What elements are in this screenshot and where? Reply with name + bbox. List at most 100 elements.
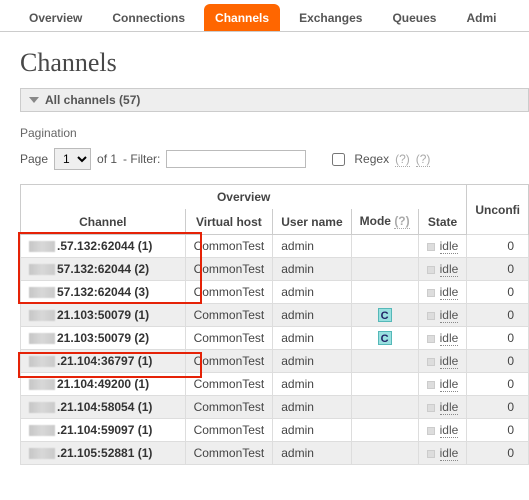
pagination-label: Pagination <box>20 126 529 140</box>
state-dot-icon <box>427 266 435 274</box>
state-dot-icon <box>427 404 435 412</box>
col-unconf[interactable]: Unconfi <box>467 185 529 235</box>
tab-connections[interactable]: Connections <box>101 4 196 31</box>
mode-badge[interactable]: C <box>378 308 392 322</box>
table-row: 57.132:62044 (2)CommonTestadminidle0 <box>21 258 529 281</box>
tab-exchanges[interactable]: Exchanges <box>288 4 373 31</box>
state-dot-icon <box>427 358 435 366</box>
cell-mode <box>351 373 418 396</box>
state-dot-icon <box>427 427 435 435</box>
cell-state: idle <box>418 442 467 465</box>
table-row: 21.103:50079 (2)CommonTestadminCidle0 <box>21 327 529 350</box>
redacted-icon <box>29 241 55 252</box>
table-row: 21.103:50079 (1)CommonTestadminCidle0 <box>21 304 529 327</box>
cell-vhost: CommonTest <box>185 396 273 419</box>
table-row: 57.132:62044 (3)CommonTestadminidle0 <box>21 281 529 304</box>
cell-channel[interactable]: .21.105:52881 (1) <box>21 442 186 465</box>
cell-state: idle <box>418 304 467 327</box>
cell-channel[interactable]: .57.132:62044 (1) <box>21 235 186 258</box>
tab-admi[interactable]: Admi <box>455 4 507 31</box>
cell-channel[interactable]: .21.104:36797 (1) <box>21 350 186 373</box>
redacted-icon <box>29 356 55 367</box>
state-dot-icon <box>427 243 435 251</box>
channels-table: Overview Unconfi Channel Virtual host Us… <box>20 184 529 465</box>
redacted-icon <box>29 448 55 459</box>
cell-state: idle <box>418 396 467 419</box>
page-of-label: of 1 <box>97 152 117 166</box>
cell-unconf: 0 <box>467 442 529 465</box>
cell-user: admin <box>273 419 351 442</box>
table-row: .21.104:58054 (1)CommonTestadminidle0 <box>21 396 529 419</box>
cell-vhost: CommonTest <box>185 373 273 396</box>
cell-channel[interactable]: 57.132:62044 (2) <box>21 258 186 281</box>
cell-vhost: CommonTest <box>185 419 273 442</box>
section-header[interactable]: All channels (57) <box>20 88 529 112</box>
page-select[interactable]: 1 <box>54 148 91 170</box>
cell-user: admin <box>273 235 351 258</box>
table-row: .21.104:36797 (1)CommonTestadminidle0 <box>21 350 529 373</box>
col-channel[interactable]: Channel <box>21 209 186 235</box>
cell-user: admin <box>273 327 351 350</box>
help-icon[interactable]: (?) <box>394 214 409 229</box>
cell-user: admin <box>273 350 351 373</box>
cell-unconf: 0 <box>467 281 529 304</box>
cell-channel[interactable]: .21.104:58054 (1) <box>21 396 186 419</box>
help-icon[interactable]: (?) <box>395 152 410 167</box>
cell-unconf: 0 <box>467 235 529 258</box>
filter-input[interactable] <box>166 150 306 168</box>
redacted-icon <box>29 287 55 298</box>
cell-state: idle <box>418 327 467 350</box>
table-row: .21.104:59097 (1)CommonTestadminidle0 <box>21 419 529 442</box>
cell-unconf: 0 <box>467 327 529 350</box>
regex-checkbox[interactable] <box>332 153 345 166</box>
state-dot-icon <box>427 289 435 297</box>
cell-unconf: 0 <box>467 419 529 442</box>
chevron-down-icon <box>29 97 39 103</box>
cell-unconf: 0 <box>467 350 529 373</box>
table-row: .57.132:62044 (1)CommonTestadminidle0 <box>21 235 529 258</box>
table-row: 21.104:49200 (1)CommonTestadminidle0 <box>21 373 529 396</box>
mode-badge[interactable]: C <box>378 331 392 345</box>
cell-vhost: CommonTest <box>185 304 273 327</box>
cell-state: idle <box>418 281 467 304</box>
redacted-icon <box>29 264 55 275</box>
cell-mode <box>351 235 418 258</box>
cell-mode <box>351 442 418 465</box>
cell-mode: C <box>351 327 418 350</box>
cell-channel[interactable]: 57.132:62044 (3) <box>21 281 186 304</box>
cell-user: admin <box>273 258 351 281</box>
redacted-icon <box>29 425 55 436</box>
cell-user: admin <box>273 281 351 304</box>
cell-mode <box>351 258 418 281</box>
tab-overview[interactable]: Overview <box>18 4 93 31</box>
col-state[interactable]: State <box>418 209 467 235</box>
col-mode[interactable]: Mode (?) <box>351 209 418 235</box>
cell-channel[interactable]: 21.103:50079 (2) <box>21 327 186 350</box>
cell-user: admin <box>273 304 351 327</box>
tab-channels[interactable]: Channels <box>204 4 280 31</box>
page-label: Page <box>20 152 48 166</box>
section-header-label: All channels (57) <box>45 93 140 107</box>
tab-queues[interactable]: Queues <box>381 4 447 31</box>
help-icon[interactable]: (?) <box>416 152 431 167</box>
cell-channel[interactable]: 21.104:49200 (1) <box>21 373 186 396</box>
state-dot-icon <box>427 381 435 389</box>
cell-mode <box>351 396 418 419</box>
cell-user: admin <box>273 396 351 419</box>
redacted-icon <box>29 379 55 390</box>
col-vhost[interactable]: Virtual host <box>185 209 273 235</box>
state-dot-icon <box>427 312 435 320</box>
cell-state: idle <box>418 373 467 396</box>
redacted-icon <box>29 333 55 344</box>
cell-user: admin <box>273 442 351 465</box>
col-user[interactable]: User name <box>273 209 351 235</box>
cell-channel[interactable]: .21.104:59097 (1) <box>21 419 186 442</box>
cell-state: idle <box>418 235 467 258</box>
cell-vhost: CommonTest <box>185 350 273 373</box>
state-dot-icon <box>427 335 435 343</box>
cell-mode <box>351 281 418 304</box>
cell-unconf: 0 <box>467 258 529 281</box>
cell-channel[interactable]: 21.103:50079 (1) <box>21 304 186 327</box>
table-row: .21.105:52881 (1)CommonTestadminidle0 <box>21 442 529 465</box>
cell-state: idle <box>418 258 467 281</box>
